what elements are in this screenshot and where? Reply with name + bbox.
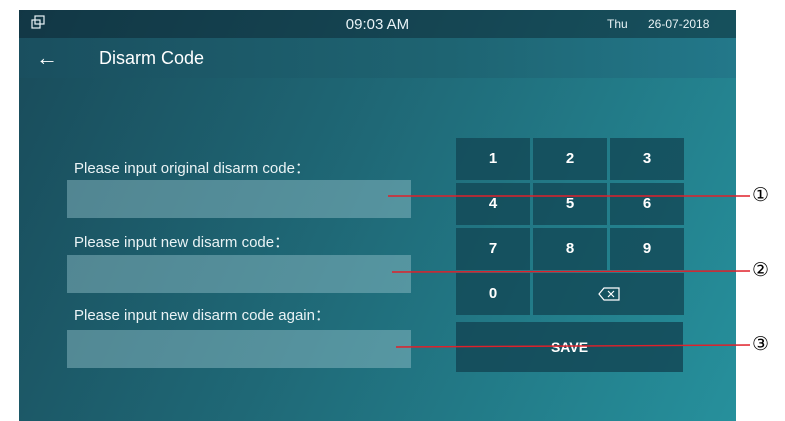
status-date: 26-07-2018 bbox=[648, 17, 710, 31]
status-day: Thu bbox=[607, 17, 628, 31]
callout-marker-1: ① bbox=[752, 184, 770, 206]
original-code-input[interactable] bbox=[67, 180, 411, 218]
callout-marker-2: ② bbox=[752, 259, 770, 281]
title-bar: ← Disarm Code bbox=[19, 38, 736, 78]
key-6[interactable]: 6 bbox=[610, 183, 684, 225]
key-2[interactable]: 2 bbox=[533, 138, 607, 180]
arrow-left-icon[interactable]: ← bbox=[36, 47, 58, 69]
key-9[interactable]: 9 bbox=[610, 228, 684, 270]
confirm-code-label: Please input new disarm code again： bbox=[74, 307, 330, 324]
key-0[interactable]: 0 bbox=[456, 273, 530, 315]
save-button[interactable]: SAVE bbox=[456, 322, 683, 372]
page-title: Disarm Code bbox=[99, 48, 205, 68]
callout-marker-3: ③ bbox=[752, 333, 770, 355]
status-bar: 09:03 AM Thu 26-07-2018 bbox=[19, 10, 736, 38]
key-5[interactable]: 5 bbox=[533, 183, 607, 225]
key-1[interactable]: 1 bbox=[456, 138, 530, 180]
backspace-icon bbox=[597, 287, 620, 301]
key-7[interactable]: 7 bbox=[456, 228, 530, 270]
key-3[interactable]: 3 bbox=[610, 138, 684, 180]
key-8[interactable]: 8 bbox=[533, 228, 607, 270]
backspace-key[interactable] bbox=[533, 273, 684, 315]
new-code-input[interactable] bbox=[67, 255, 411, 293]
status-time: 09:03 AM bbox=[345, 16, 410, 33]
device-screen: 09:03 AM Thu 26-07-2018 ← Disarm Code Pl… bbox=[19, 10, 736, 421]
original-code-label: Please input original disarm code： bbox=[74, 160, 310, 177]
confirm-code-input[interactable] bbox=[67, 330, 411, 368]
new-code-label: Please input new disarm code： bbox=[74, 234, 290, 251]
key-4[interactable]: 4 bbox=[456, 183, 530, 225]
